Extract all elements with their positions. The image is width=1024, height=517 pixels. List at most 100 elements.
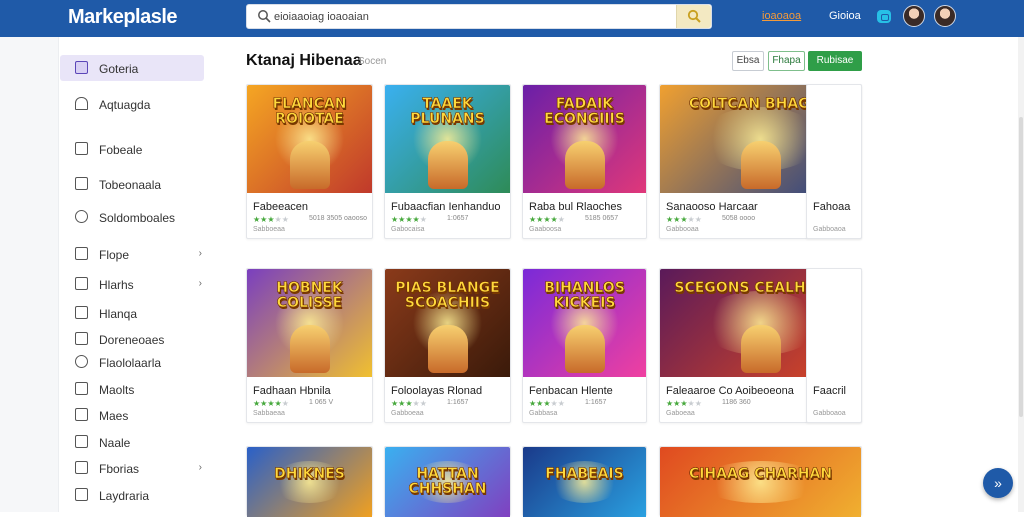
product-stats: 5058 oooo xyxy=(722,215,756,222)
sidebar-item-14[interactable]: Laydraria xyxy=(60,482,204,508)
product-stats: 1186 360 xyxy=(722,399,751,406)
toolbar-button-1[interactable]: Ebsa xyxy=(732,51,764,71)
top-navigation-bar: Markeplasle ioaoaoa Gioioa xyxy=(0,0,1024,37)
list-icon xyxy=(75,277,88,290)
top-link-secondary[interactable]: Gioioa xyxy=(829,10,861,22)
product-name[interactable]: Fenbacan Hlente xyxy=(529,385,613,397)
sidebar-item-7[interactable]: Hlanqa xyxy=(60,300,204,326)
product-thumbnail[interactable]: TAAEK PLUNANS xyxy=(385,85,510,193)
game-character xyxy=(427,141,468,189)
product-card[interactable]: HOBNEK COLISSE Fadhaan Hbnila ★★★★★ Sabbaea… xyxy=(246,268,373,423)
sidebar-item-6[interactable]: Hlarhs › xyxy=(60,271,204,297)
sidebar-item-label: Soldomboales xyxy=(99,211,176,225)
product-stats: 5018 3505 oaooso xyxy=(309,215,367,222)
sidebar-item-label: Fobeale xyxy=(99,143,143,157)
product-thumbnail[interactable]: HOBNEK COLISSE xyxy=(247,269,372,377)
thumbnail-title: FADAIK ECONGIIIS xyxy=(544,96,625,127)
product-meta: Gabboaoa xyxy=(813,226,846,233)
product-thumbnail[interactable]: FHABEAIS xyxy=(523,447,646,517)
sidebar-item-12[interactable]: Naale xyxy=(60,429,204,455)
sidebar-item-10[interactable]: Maolts xyxy=(60,376,204,402)
sidebar-item-2[interactable]: Fobeale xyxy=(60,136,204,162)
sidebar-item-label: Laydraria xyxy=(99,489,150,503)
sidebar-item-label: Maolts xyxy=(99,383,135,397)
chevron-right-icon[interactable]: › xyxy=(199,462,202,473)
product-thumbnail[interactable]: BIHANLOS KICKEIS xyxy=(523,269,646,377)
thumbnail-title: PIAS BLANGE SCOACHIIS xyxy=(395,280,500,311)
thumbnail-title: HATTAN CHHSHAN xyxy=(408,466,487,497)
thumbnail-title: HOBNEK COLISSE xyxy=(276,280,343,311)
notification-icon[interactable] xyxy=(877,10,891,23)
product-card[interactable]: FHABEAIS xyxy=(522,446,647,517)
product-stats: 1:1657 xyxy=(447,399,469,406)
sidebar-item-label: Naale xyxy=(99,436,131,450)
search-bar[interactable] xyxy=(246,4,712,29)
game-character xyxy=(289,325,330,373)
toolbar-button-2[interactable]: Fhapa xyxy=(768,51,805,71)
sidebar-item-5[interactable]: Flope › xyxy=(60,241,204,267)
product-thumbnail[interactable]: DHIKNES xyxy=(247,447,372,517)
scrollbar-thumb[interactable] xyxy=(1019,117,1023,417)
sidebar-item-label: Flaololaarla xyxy=(99,356,162,370)
avatar[interactable] xyxy=(903,5,925,27)
product-card[interactable]: Faacril Gabboaoa xyxy=(806,268,862,423)
product-name[interactable]: Sanaooso Harcaar xyxy=(666,201,758,213)
game-character xyxy=(740,141,781,189)
product-name[interactable]: Fabeeacen xyxy=(253,201,308,213)
search-input[interactable] xyxy=(274,8,674,26)
product-card[interactable]: HATTAN CHHSHAN xyxy=(384,446,511,517)
sidebar-item-13[interactable]: Fborias › xyxy=(60,455,204,481)
thumbnail-title: TAAEK PLUNANS xyxy=(410,96,485,127)
sidebar-item-11[interactable]: Maes xyxy=(60,402,204,428)
floating-action-button[interactable]: » xyxy=(983,468,1013,498)
product-meta: Sabboeaa xyxy=(253,226,285,233)
chevron-right-icon[interactable]: › xyxy=(199,278,202,289)
product-name[interactable]: Fadhaan Hbnila xyxy=(253,385,331,397)
product-thumbnail[interactable]: FLANCAN ROIOTAE xyxy=(247,85,372,193)
search-icon xyxy=(258,10,271,23)
gear-icon xyxy=(75,382,88,395)
game-character xyxy=(289,141,330,189)
calendar-icon xyxy=(75,177,88,190)
pin-icon xyxy=(75,355,88,368)
sidebar-item-1[interactable]: Aqtuagda xyxy=(60,91,204,117)
puzzle-icon xyxy=(75,306,88,319)
product-name[interactable]: Faleaaroe Co Aoibeoeona xyxy=(666,385,794,397)
product-card[interactable]: TAAEK PLUNANS Fubaacfian Ienhanduo ★★★★★ Ga… xyxy=(384,84,511,239)
sidebar-item-0[interactable]: Goteria xyxy=(60,55,204,81)
product-card[interactable]: CIHAAG CHARHAN xyxy=(659,446,862,517)
product-card[interactable]: DHIKNES xyxy=(246,446,373,517)
search-button[interactable] xyxy=(676,5,711,28)
avatar[interactable] xyxy=(934,5,956,27)
product-thumbnail[interactable]: PIAS BLANGE SCOACHIIS xyxy=(385,269,510,377)
product-name[interactable]: Raba bul Rlaoches xyxy=(529,201,622,213)
product-thumbnail[interactable]: CIHAAG CHARHAN xyxy=(660,447,861,517)
scrollbar[interactable] xyxy=(1018,37,1024,512)
thumbnail-title: FLANCAN ROIOTAE xyxy=(272,96,347,127)
product-card[interactable]: Fahoaa Gabboaoa xyxy=(806,84,862,239)
product-card[interactable]: FADAIK ECONGIIIS Raba bul Rlaoches ★★★★★ Ga… xyxy=(522,84,647,239)
product-meta: Gabboaoa xyxy=(813,410,846,417)
product-name[interactable]: Faacril xyxy=(813,385,846,397)
product-name[interactable]: Fahoaa xyxy=(813,201,850,213)
product-card[interactable]: FLANCAN ROIOTAE Fabeeacen ★★★★★ Sabboeaa 501… xyxy=(246,84,373,239)
product-card[interactable]: PIAS BLANGE SCOACHIIS Foloolayas Rlonad ★★… xyxy=(384,268,511,423)
product-meta: Sabbaeaa xyxy=(253,410,285,417)
rating-stars: ★★★★★ xyxy=(391,215,427,224)
product-name[interactable]: Foloolayas Rlonad xyxy=(391,385,482,397)
sidebar-item-4[interactable]: Soldomboales xyxy=(60,204,204,230)
product-name[interactable]: Fubaacfian Ienhanduo xyxy=(391,201,500,213)
product-thumbnail[interactable]: HATTAN CHHSHAN xyxy=(385,447,510,517)
sidebar-item-3[interactable]: Tobeonaala xyxy=(60,171,204,197)
product-thumbnail[interactable]: FADAIK ECONGIIIS xyxy=(523,85,646,193)
home-icon xyxy=(75,97,88,110)
brand-logo[interactable]: Markeplasle xyxy=(68,6,178,29)
thumbnail-title: DHIKNES xyxy=(274,466,345,482)
toolbar-button-primary[interactable]: Rubisae xyxy=(808,51,862,71)
top-link-primary[interactable]: ioaoaoa xyxy=(762,10,801,22)
sidebar-item-9[interactable]: Flaololaarla xyxy=(60,349,204,375)
chevron-right-icon[interactable]: › xyxy=(199,248,202,259)
rating-stars: ★★★★★ xyxy=(529,215,565,224)
rating-stars: ★★★★★ xyxy=(253,215,289,224)
product-card[interactable]: BIHANLOS KICKEIS Fenbacan Hlente ★★★★★ Gabb… xyxy=(522,268,647,423)
